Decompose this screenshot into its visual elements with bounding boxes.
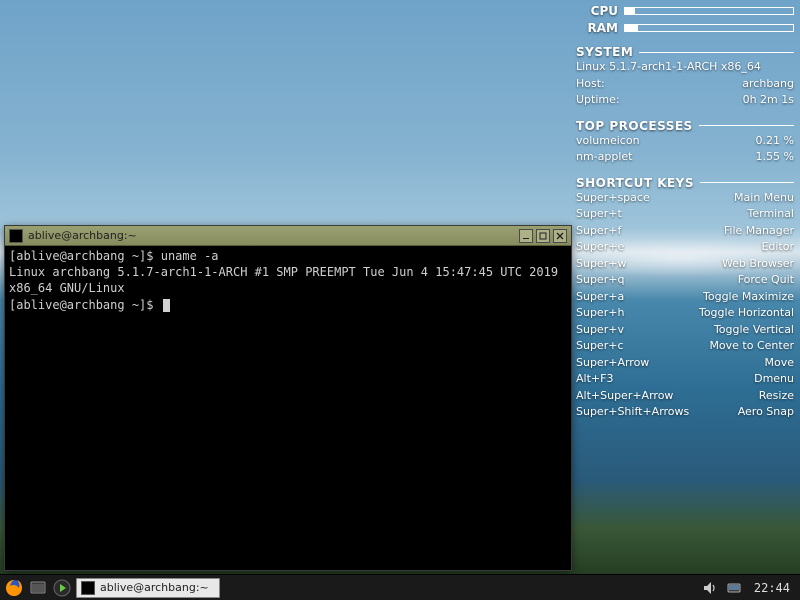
shortcut-row: Super+q Force Quit — [576, 272, 794, 289]
shortcut-key: Super+t — [576, 206, 622, 223]
shortcut-action: Dmenu — [754, 371, 794, 388]
run-launcher-icon[interactable] — [52, 578, 72, 598]
cpu-label: CPU — [591, 4, 618, 18]
process-pct: 1.55 % — [756, 149, 794, 166]
shortcut-key: Super+Shift+Arrows — [576, 404, 689, 421]
shortcut-row: Super+Arrow Move — [576, 355, 794, 372]
shortcut-key: Super+a — [576, 289, 624, 306]
shortcut-action: Force Quit — [738, 272, 794, 289]
system-header: SYSTEM — [576, 45, 794, 59]
shortcut-key: Alt+F3 — [576, 371, 613, 388]
maximize-button[interactable] — [536, 229, 550, 243]
shortcut-key: Super+e — [576, 239, 624, 256]
window-title: ablive@archbang:~ — [28, 229, 519, 242]
shortcut-action: Aero Snap — [738, 404, 794, 421]
shortcut-header: SHORTCUT KEYS — [576, 176, 794, 190]
shortcut-row: Super+a Toggle Maximize — [576, 289, 794, 306]
shortcut-action: Move to Center — [709, 338, 794, 355]
window-titlebar[interactable]: ablive@archbang:~ — [5, 226, 571, 246]
terminal-icon — [81, 581, 95, 595]
terminal-cursor — [163, 299, 170, 312]
shortcut-action: Main Menu — [734, 190, 794, 207]
shortcut-row: Super+space Main Menu — [576, 190, 794, 207]
ram-meter: RAM — [576, 21, 794, 35]
shortcut-row: Super+h Toggle Horizontal — [576, 305, 794, 322]
file-manager-launcher-icon[interactable] — [28, 578, 48, 598]
shortcut-action: Move — [765, 355, 795, 372]
shortcut-action: Toggle Vertical — [714, 322, 794, 339]
shortcut-key: Super+Arrow — [576, 355, 649, 372]
host-label: Host: — [576, 76, 605, 93]
shortcut-action: Resize — [759, 388, 794, 405]
top-processes-section: TOP PROCESSES volumeicon 0.21 % nm-applet 1… — [576, 119, 794, 166]
shortcut-action: Toggle Maximize — [703, 289, 794, 306]
shortcut-key: Alt+Super+Arrow — [576, 388, 673, 405]
close-button[interactable] — [553, 229, 567, 243]
shortcut-row: Super+Shift+Arrows Aero Snap — [576, 404, 794, 421]
shortcut-key: Super+v — [576, 322, 624, 339]
kernel-line: Linux 5.1.7-arch1-1-ARCH x86_64 — [576, 59, 761, 76]
uptime-value: 0h 2m 1s — [743, 92, 794, 109]
host-value: archbang — [742, 76, 794, 93]
network-tray-icon[interactable] — [724, 578, 744, 598]
terminal-window[interactable]: ablive@archbang:~ [ablive@archbang ~]$ u… — [4, 225, 572, 571]
taskbar-clock[interactable]: 22:44 — [754, 581, 790, 595]
shortcut-row: Super+e Editor — [576, 239, 794, 256]
top-header: TOP PROCESSES — [576, 119, 794, 133]
shortcut-row: Alt+F3 Dmenu — [576, 371, 794, 388]
shortcut-key: Super+f — [576, 223, 621, 240]
taskbar[interactable]: ablive@archbang:~ 22:44 — [0, 574, 800, 600]
shortcut-row: Super+w Web Browser — [576, 256, 794, 273]
shortcut-row: Alt+Super+Arrow Resize — [576, 388, 794, 405]
process-name: volumeicon — [576, 133, 640, 150]
volume-tray-icon[interactable] — [700, 578, 720, 598]
terminal-line: [ablive@archbang ~]$ uname -a — [9, 248, 567, 264]
shortcut-action: Web Browser — [722, 256, 794, 273]
process-name: nm-applet — [576, 149, 633, 166]
system-section: SYSTEM Linux 5.1.7-arch1-1-ARCH x86_64 H… — [576, 45, 794, 109]
shortcut-action: Toggle Horizontal — [699, 305, 794, 322]
terminal-icon — [9, 229, 23, 243]
shortcut-key: Super+space — [576, 190, 650, 207]
process-row: volumeicon 0.21 % — [576, 133, 794, 150]
taskbar-window-button[interactable]: ablive@archbang:~ — [76, 578, 220, 598]
cpu-meter: CPU — [576, 4, 794, 18]
terminal-body[interactable]: [ablive@archbang ~]$ uname -aLinux archb… — [5, 246, 571, 570]
ram-label: RAM — [588, 21, 618, 35]
uptime-label: Uptime: — [576, 92, 620, 109]
shortcut-action: File Manager — [724, 223, 794, 240]
process-row: nm-applet 1.55 % — [576, 149, 794, 166]
shortcut-row: Super+c Move to Center — [576, 338, 794, 355]
terminal-line: Linux archbang 5.1.7-arch1-1-ARCH #1 SMP… — [9, 264, 567, 296]
shortcut-row: Super+f File Manager — [576, 223, 794, 240]
shortcut-key: Super+q — [576, 272, 624, 289]
shortcut-row: Super+t Terminal — [576, 206, 794, 223]
process-pct: 0.21 % — [756, 133, 794, 150]
shortcut-action: Terminal — [748, 206, 795, 223]
conky-overlay: CPU RAM SYSTEM Linux 5.1.7-arch1-1-ARCH … — [576, 4, 794, 421]
terminal-line: [ablive@archbang ~]$ — [9, 297, 567, 313]
shortcut-key: Super+h — [576, 305, 624, 322]
shortcut-key: Super+w — [576, 256, 626, 273]
shortcut-section: SHORTCUT KEYS Super+spaceMain MenuSuper+… — [576, 176, 794, 421]
minimize-button[interactable] — [519, 229, 533, 243]
firefox-launcher-icon[interactable] — [4, 578, 24, 598]
shortcut-key: Super+c — [576, 338, 624, 355]
taskbar-window-label: ablive@archbang:~ — [100, 581, 209, 594]
shortcut-action: Editor — [761, 239, 794, 256]
shortcut-row: Super+v Toggle Vertical — [576, 322, 794, 339]
